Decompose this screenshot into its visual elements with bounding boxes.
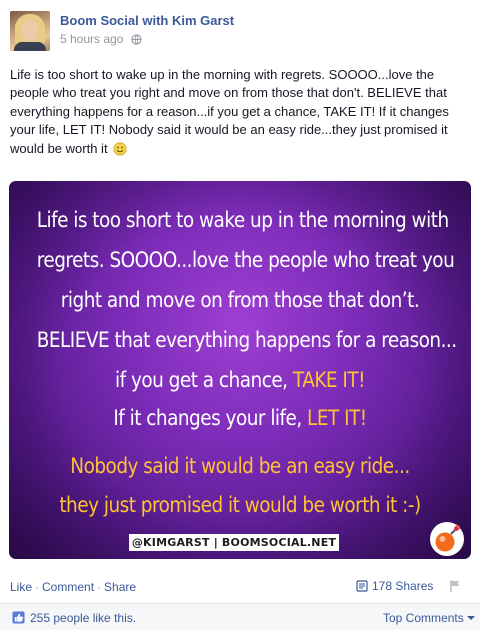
quote-line: they just promised it would be worth it … — [59, 493, 421, 517]
comment-link[interactable]: Comment — [42, 580, 94, 594]
separator: · — [35, 580, 40, 594]
quote-line: Nobody said it would be an easy ride... — [70, 454, 410, 478]
quote-line-take-it: if you get a chance, TAKE IT! — [37, 368, 444, 392]
shares-count[interactable]: 178 Shares — [356, 579, 433, 593]
globe-icon — [131, 34, 142, 45]
quote-line-let-it: If it changes your life, LET IT! — [37, 406, 444, 430]
top-comments-dropdown[interactable]: Top Comments — [383, 611, 475, 625]
quote-line: right and move on from those that don’t. — [60, 288, 420, 312]
likes-summary[interactable]: 255 people like this. — [12, 611, 136, 625]
quote-highlight: LET IT! — [307, 406, 367, 430]
quote-highlight: TAKE IT! — [292, 368, 366, 392]
shares-label: 178 Shares — [372, 579, 434, 593]
image-credit: @KIMGARST | BOOMSOCIAL.NET — [129, 534, 339, 551]
quote-line: Life is too short to wake up in the morn… — [36, 208, 449, 232]
post-header: Boom Social with Kim Garst 5 hours ago — [10, 11, 470, 53]
flag-icon[interactable] — [448, 579, 462, 593]
post-text-content: Life is too short to wake up in the morn… — [10, 67, 449, 156]
likes-label: 255 people like this. — [30, 611, 137, 625]
quote-text: if you get a chance, — [115, 368, 293, 392]
top-comments-label: Top Comments — [383, 611, 464, 625]
quote-text: If it changes your life, — [113, 406, 308, 430]
post-timestamp[interactable]: 5 hours ago — [60, 32, 123, 46]
thumbs-up-icon — [12, 611, 25, 624]
avatar[interactable] — [10, 11, 50, 51]
quote-line: BELIEVE that everything happens for a re… — [36, 328, 457, 352]
page-name-link[interactable]: Boom Social with Kim Garst — [60, 13, 234, 28]
post-text: Life is too short to wake up in the morn… — [10, 66, 472, 158]
likes-bar: 255 people like this. Top Comments — [0, 603, 480, 630]
separator: · — [97, 580, 102, 594]
shares-icon — [356, 580, 368, 592]
chevron-down-icon — [466, 616, 475, 620]
quote-line: regrets. SOOOO...love the people who tre… — [36, 248, 455, 272]
quote-image[interactable]: Life is too short to wake up in the morn… — [9, 181, 471, 559]
like-link[interactable]: Like — [10, 580, 32, 594]
post-actions: Like · Comment · Share — [10, 580, 136, 594]
share-link[interactable]: Share — [104, 580, 136, 594]
post-meta: 5 hours ago — [60, 32, 142, 46]
boomsocial-bomb-logo — [430, 522, 464, 556]
smiley-emoji-icon — [113, 142, 127, 156]
